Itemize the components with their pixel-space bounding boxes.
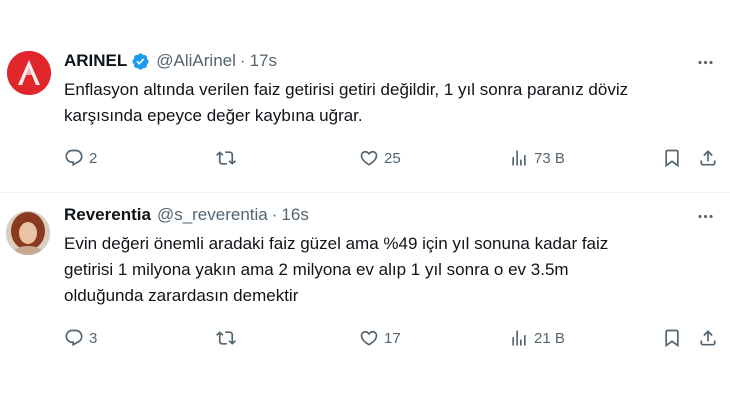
like-icon [360, 150, 378, 166]
more-icon[interactable] [694, 206, 716, 226]
views-button[interactable]: 21 B [509, 325, 565, 351]
bookmark-button[interactable] [662, 145, 682, 171]
reply-count: 3 [89, 329, 98, 347]
share-icon [700, 330, 716, 346]
arinel-logo-icon [7, 51, 51, 95]
bookmark-icon [665, 149, 679, 168]
tweet[interactable]: Reverentia @s_reverentia · 16s Evin değe… [0, 193, 730, 363]
tweet-text-line: Evin değeri önemli aradaki faiz güzel am… [64, 234, 609, 253]
views-button[interactable]: 73 B [509, 145, 565, 171]
timestamp[interactable]: 16s [281, 205, 308, 225]
bookmark-icon [665, 329, 679, 348]
display-name[interactable]: Reverentia [64, 205, 151, 225]
share-icon [700, 150, 716, 166]
reply-button[interactable]: 3 [64, 325, 97, 351]
more-icon[interactable] [694, 52, 716, 72]
tweet-text-line: olduğunda zarardasın demektir [64, 286, 299, 305]
like-button[interactable]: 25 [359, 145, 401, 171]
separator-dot: · [239, 51, 246, 70]
tweet-header: ARINEL @AliArinel · 17s [64, 50, 277, 72]
verified-badge-icon [131, 52, 150, 71]
retweet-icon [216, 151, 236, 165]
tweet[interactable]: ARINEL @AliArinel · 17s Enflasyon altınd… [0, 40, 730, 192]
share-button[interactable] [698, 325, 718, 351]
views-icon [512, 150, 526, 166]
display-name[interactable]: ARINEL [64, 51, 127, 71]
action-bar: 2 25 73 B [64, 145, 719, 171]
reply-count: 2 [89, 149, 98, 167]
retweet-icon [216, 331, 236, 345]
share-button[interactable] [698, 145, 718, 171]
avatar[interactable] [6, 211, 50, 255]
bookmark-button[interactable] [662, 325, 682, 351]
separator-dot: · [271, 205, 278, 224]
reply-icon [65, 329, 83, 347]
like-count: 17 [384, 329, 401, 347]
reply-icon [65, 149, 83, 167]
handle[interactable]: @s_reverentia [157, 205, 268, 225]
views-icon [512, 330, 526, 346]
tweet-text-line: Enflasyon altında verilen faiz getirisi … [64, 80, 629, 99]
view-count: 73 B [534, 149, 565, 167]
handle[interactable]: @AliArinel [156, 51, 236, 71]
like-button[interactable]: 17 [359, 325, 401, 351]
tweet-header: Reverentia @s_reverentia · 16s [64, 204, 309, 226]
user-photo-icon [6, 211, 50, 255]
action-bar: 3 17 21 B [64, 325, 719, 351]
like-icon [360, 330, 378, 346]
tweet-text: Enflasyon altında verilen faiz getirisi … [64, 77, 714, 129]
tweet-text: Evin değeri önemli aradaki faiz güzel am… [64, 231, 714, 309]
avatar[interactable] [7, 51, 51, 95]
reply-button[interactable]: 2 [64, 145, 97, 171]
retweet-button[interactable] [216, 145, 241, 171]
like-count: 25 [384, 149, 401, 167]
timestamp[interactable]: 17s [250, 51, 277, 71]
tweet-text-line: karşısında epeyce değer kaybına uğrar. [64, 106, 363, 125]
tweet-text-line: getirisi 1 milyona yakın ama 2 milyona e… [64, 260, 569, 279]
retweet-button[interactable] [216, 325, 241, 351]
view-count: 21 B [534, 329, 565, 347]
